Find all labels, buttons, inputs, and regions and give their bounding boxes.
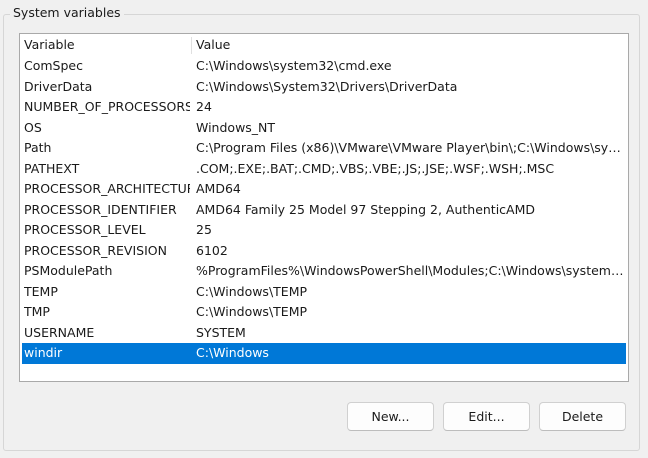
variable-name-cell: DriverData (24, 78, 93, 94)
list-header: Variable Value (20, 34, 628, 56)
table-row[interactable]: PATHEXT .COM;.EXE;.BAT;.CMD;.VBS;.VBE;.JS… (20, 159, 628, 180)
variable-name-cell: OS (24, 119, 42, 135)
variable-value-cell: %ProgramFiles%\WindowsPowerShell\Modules… (196, 263, 626, 278)
variable-value-cell: C:\Windows\System32\Drivers\DriverData (196, 78, 458, 94)
variable-name-cell: PROCESSOR_ARCHITECTURE (24, 181, 190, 196)
system-variables-list[interactable]: Variable Value ComSpec C:\Windows\system3… (19, 33, 629, 382)
table-row[interactable]: PROCESSOR_LEVEL 25 (20, 220, 628, 241)
table-row[interactable]: TEMP C:\Windows\TEMP (20, 282, 628, 303)
variable-value-cell: C:\Windows\TEMP (196, 283, 308, 299)
variable-name-cell: PROCESSOR_IDENTIFIER (24, 201, 177, 217)
variable-value-cell: AMD64 Family 25 Model 97 Stepping 2, Aut… (196, 201, 536, 217)
table-row[interactable]: NUMBER_OF_PROCESSORS 24 (20, 97, 628, 118)
variable-value-cell: SYSTEM (196, 324, 246, 340)
variable-name-cell: ComSpec (24, 58, 83, 73)
variable-value-cell: .COM;.EXE;.BAT;.CMD;.VBS;.VBE;.JS;.JSE;.… (196, 160, 555, 176)
table-row[interactable]: PROCESSOR_IDENTIFIER AMD64 Family 25 Mode… (20, 200, 628, 221)
column-header-variable[interactable]: Variable (24, 34, 75, 56)
variable-name-cell: USERNAME (24, 324, 95, 340)
column-header-value[interactable]: Value (196, 34, 230, 56)
variable-value-cell: C:\Windows\TEMP (196, 304, 308, 319)
variable-name-cell: PSModulePath (24, 263, 113, 278)
variable-value-cell: AMD64 (196, 181, 241, 196)
table-row[interactable]: PSModulePath %ProgramFiles%\WindowsPowerS… (20, 261, 628, 282)
variable-name-cell: PATHEXT (24, 160, 80, 176)
table-row[interactable]: OS Windows_NT (20, 118, 628, 139)
table-row[interactable]: PROCESSOR_ARCHITECTURE AMD64 (20, 179, 628, 200)
new-button[interactable]: New... (347, 402, 434, 431)
variable-name-cell: NUMBER_OF_PROCESSORS (24, 99, 190, 114)
table-row[interactable]: PROCESSOR_REVISION 6102 (20, 241, 628, 262)
table-row[interactable]: windir C:\Windows (22, 343, 626, 364)
list-rows: ComSpec C:\Windows\system32\cmd.exe Driver… (20, 56, 628, 364)
table-row[interactable]: USERNAME SYSTEM (20, 323, 628, 344)
variable-name-cell: TMP (24, 304, 50, 319)
group-title: System variables (10, 5, 124, 21)
variable-value-cell: C:\Windows (196, 345, 269, 360)
edit-button[interactable]: Edit... (443, 402, 530, 431)
variable-name-cell: PROCESSOR_LEVEL (24, 222, 146, 237)
table-row[interactable]: Path C:\Program Files (x86)\VMware\VMware… (20, 138, 628, 159)
column-divider[interactable] (191, 37, 192, 54)
delete-button[interactable]: Delete (539, 402, 626, 431)
variable-value-cell: 25 (196, 222, 212, 237)
table-row[interactable]: ComSpec C:\Windows\system32\cmd.exe (20, 56, 628, 77)
table-row[interactable]: TMP C:\Windows\TEMP (20, 302, 628, 323)
variable-name-cell: TEMP (24, 283, 58, 299)
variable-value-cell: Windows_NT (196, 119, 276, 135)
table-row[interactable]: DriverData C:\Windows\System32\Drivers\Dr… (20, 77, 628, 98)
variable-name-cell: PROCESSOR_REVISION (24, 242, 167, 258)
variable-name-cell: Path (24, 140, 52, 155)
variable-value-cell: 6102 (196, 242, 228, 258)
variable-name-cell: windir (24, 345, 63, 360)
variable-value-cell: 24 (196, 99, 212, 114)
variable-value-cell: C:\Program Files (x86)\VMware\VMware Pla… (196, 140, 626, 155)
variable-value-cell: C:\Windows\system32\cmd.exe (196, 58, 392, 73)
